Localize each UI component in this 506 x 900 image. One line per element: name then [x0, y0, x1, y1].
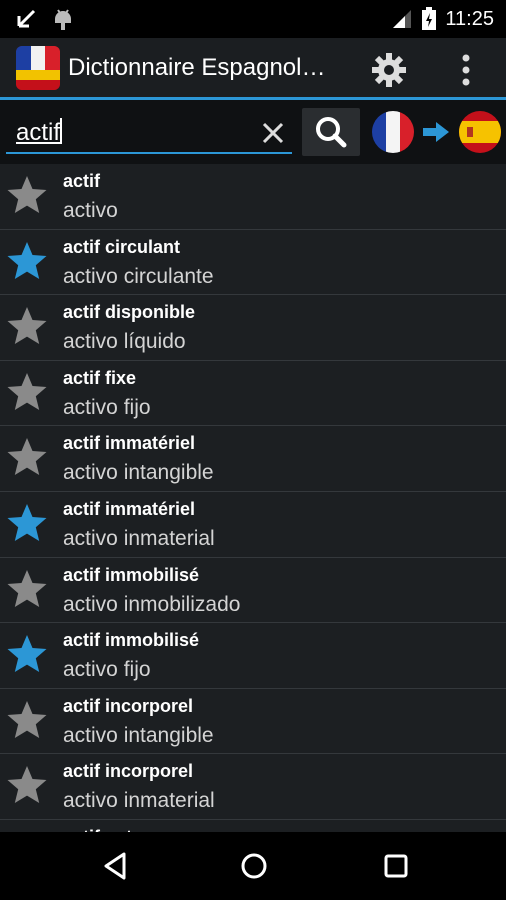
france-flag-icon[interactable]: [372, 111, 414, 153]
entry-word: actif disponible: [63, 302, 196, 323]
star-icon[interactable]: [6, 568, 48, 610]
search-input[interactable]: actif: [6, 112, 292, 154]
arrow-right-icon[interactable]: [422, 121, 450, 143]
star-icon[interactable]: [6, 371, 48, 413]
star-icon[interactable]: [6, 174, 48, 216]
results-list: actif activo actif circulant activo circula…: [0, 164, 506, 832]
signal-icon: [393, 10, 412, 28]
entry-word: actif fixe: [63, 367, 137, 388]
app-flag-icon: [16, 45, 60, 90]
entry-translation: activo líquido: [63, 330, 186, 354]
entry-translation: activo fijo: [63, 658, 151, 682]
list-item[interactable]: actif immatériel activo inmaterial: [0, 491, 506, 558]
star-filled-icon[interactable]: [6, 633, 48, 675]
entry-translation: activo intangible: [63, 723, 214, 747]
home-icon[interactable]: [238, 850, 270, 882]
entry-word: actif immatériel: [63, 433, 196, 454]
list-item[interactable]: actif activo: [0, 164, 506, 230]
star-filled-icon[interactable]: [6, 502, 48, 544]
list-item[interactable]: actif circulant activo circulante: [0, 229, 506, 296]
text-caret: [60, 118, 63, 144]
list-item[interactable]: actif net: [0, 819, 506, 832]
list-item[interactable]: actif incorporel activo inmaterial: [0, 754, 506, 820]
nav-bar: [0, 832, 506, 900]
entry-word: actif circulant: [63, 236, 181, 257]
list-item[interactable]: actif disponible activo líquido: [0, 295, 506, 361]
entry-word: actif immobilisé: [63, 564, 200, 585]
entry-translation: activo: [63, 199, 118, 222]
entry-translation: activo inmaterial: [63, 526, 215, 550]
back-icon[interactable]: [100, 850, 130, 882]
status-bar: 11:25: [0, 0, 506, 38]
entry-word: actif incorporel: [63, 761, 194, 782]
entry-word: actif immatériel: [63, 498, 196, 519]
list-item[interactable]: actif incorporel activo intangible: [0, 688, 506, 755]
entry-translation: activo intangible: [63, 461, 214, 485]
app-title: Dictionnaire Espagnol…: [68, 53, 326, 81]
entry-word: actif incorporel: [63, 695, 194, 716]
battery-icon: [422, 7, 437, 30]
entry-translation: activo inmaterial: [63, 789, 215, 813]
search-input-value: actif: [16, 118, 63, 146]
entry-word: actif immobilisé: [63, 630, 200, 651]
entry-translation: activo inmobilizado: [63, 592, 241, 616]
list-item[interactable]: actif fixe activo fijo: [0, 360, 506, 427]
list-item[interactable]: actif immatériel activo intangible: [0, 426, 506, 492]
entry-translation: activo circulante: [63, 264, 214, 288]
star-filled-icon[interactable]: [6, 240, 48, 282]
entry-translation: activo fijo: [63, 395, 151, 419]
missed-call-arrow-icon: [17, 9, 36, 28]
gear-icon[interactable]: [370, 51, 408, 89]
search-button[interactable]: [302, 108, 360, 156]
android-debug-icon: [55, 9, 71, 30]
star-icon[interactable]: [6, 764, 48, 806]
recent-apps-icon[interactable]: [382, 852, 410, 880]
clock: 11:25: [445, 7, 494, 30]
search-icon: [316, 117, 347, 148]
star-icon[interactable]: [6, 436, 48, 478]
overflow-menu-icon[interactable]: [454, 50, 478, 90]
list-item[interactable]: actif immobilisé activo inmobilizado: [0, 557, 506, 624]
spain-flag-icon[interactable]: [459, 111, 501, 153]
clear-icon[interactable]: [258, 118, 288, 148]
star-icon[interactable]: [6, 305, 48, 347]
list-item[interactable]: actif immobilisé activo fijo: [0, 623, 506, 689]
app-bar: Dictionnaire Espagnol…: [0, 38, 506, 100]
star-icon[interactable]: [6, 699, 48, 741]
entry-word: actif: [63, 171, 101, 191]
